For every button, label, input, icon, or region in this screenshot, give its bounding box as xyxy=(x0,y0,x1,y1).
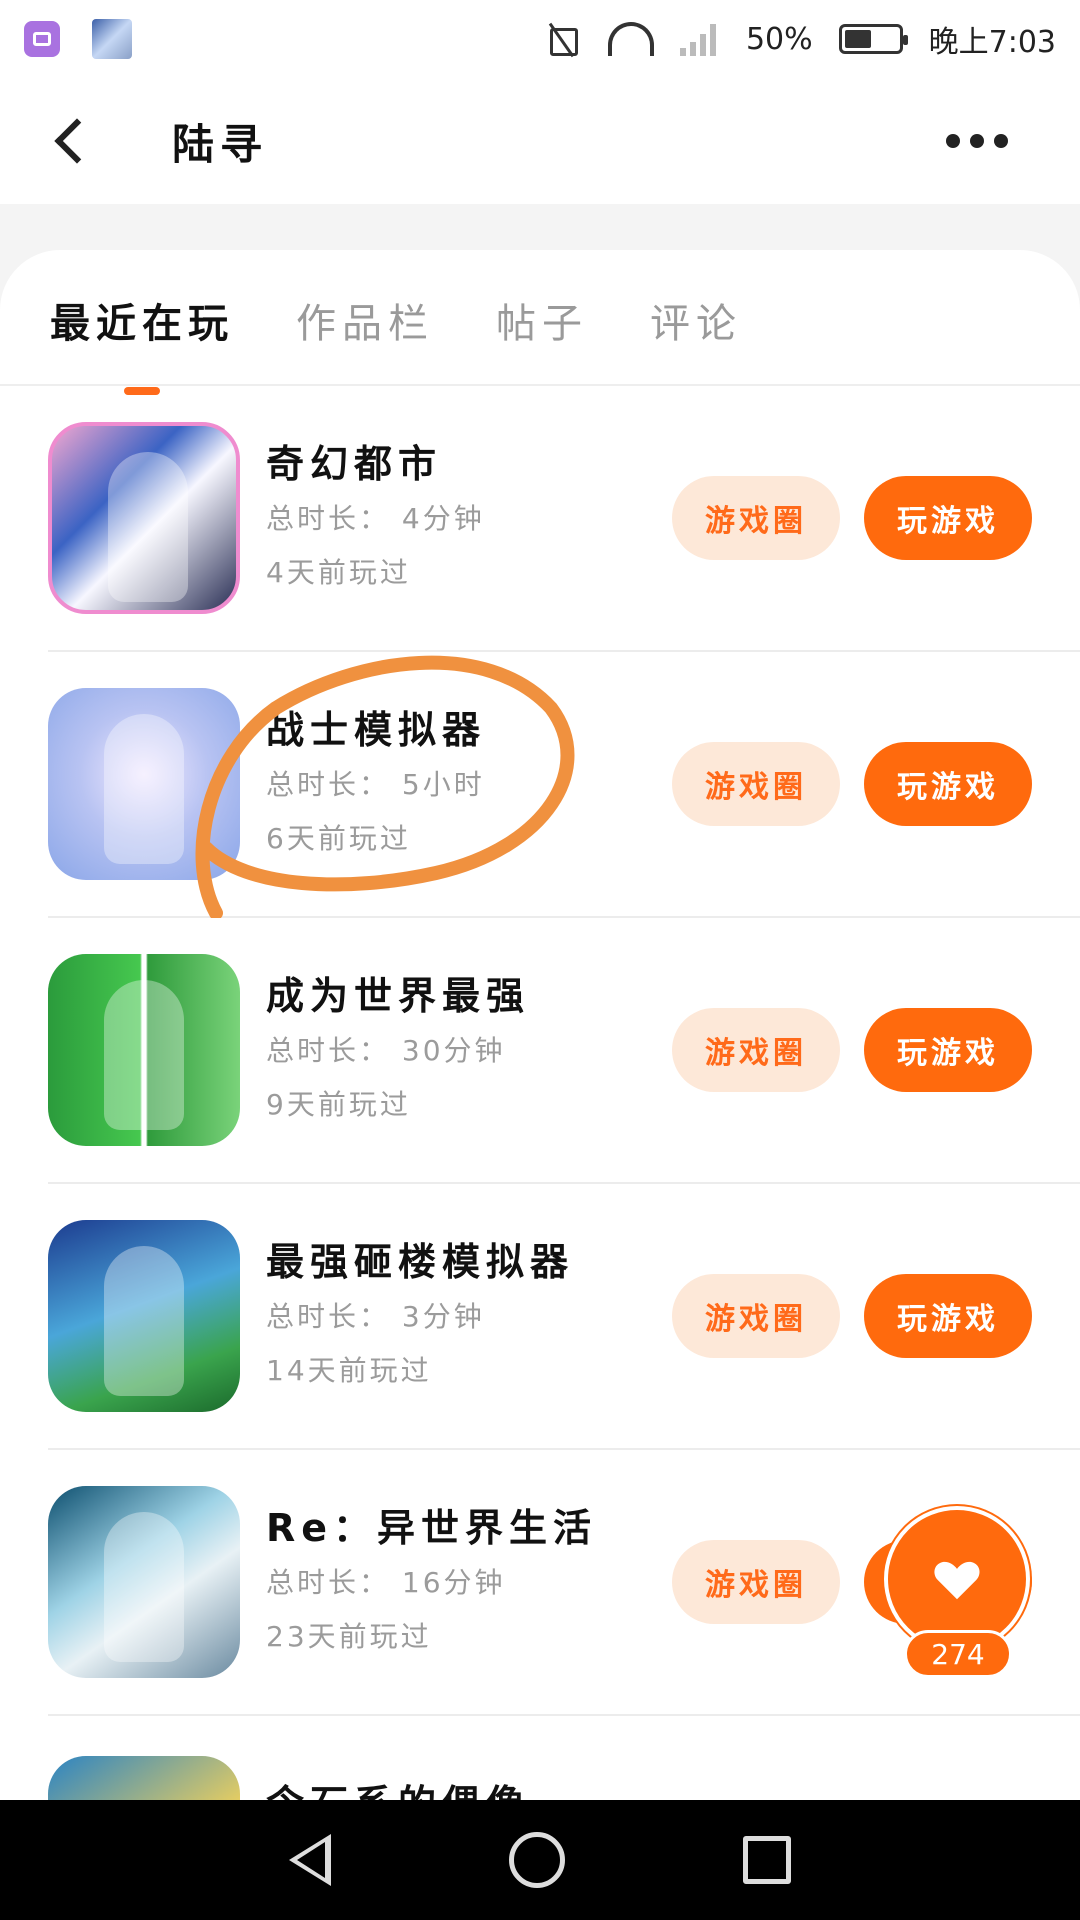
game-row[interactable]: 令石系的偶像 xyxy=(48,1716,1080,1800)
game-icon[interactable] xyxy=(48,1756,240,1800)
game-icon[interactable] xyxy=(48,422,240,614)
tab-posts[interactable]: 帖子 xyxy=(496,285,588,349)
tab-recently-played[interactable]: 最近在玩 xyxy=(50,285,234,395)
play-game-button[interactable]: 玩游戏 xyxy=(864,1274,1032,1358)
more-options-icon[interactable] xyxy=(920,124,1034,158)
heart-icon xyxy=(934,1561,980,1600)
back-arrow-icon[interactable] xyxy=(46,115,98,167)
game-circle-button[interactable]: 游戏圈 xyxy=(672,1008,840,1092)
signal-icon xyxy=(679,22,720,56)
game-duration: 总时长： 5小时 xyxy=(266,768,485,801)
mute-icon xyxy=(542,22,582,56)
game-last-played: 6天前玩过 xyxy=(266,822,411,855)
game-info: 奇幻都市 总时长： 4分钟 4天前玩过 xyxy=(266,436,672,600)
nav-recents-icon[interactable] xyxy=(743,1836,791,1884)
game-row[interactable]: 成为世界最强 总时长： 30分钟 9天前玩过 游戏圈 玩游戏 xyxy=(48,918,1080,1184)
tab-label: 最近在玩 xyxy=(50,301,234,347)
game-info: Re：异世界生活 总时长： 16分钟 23天前玩过 xyxy=(266,1500,672,1664)
image-app-icon xyxy=(24,21,60,57)
game-row[interactable]: 最强砸楼模拟器 总时长： 3分钟 14天前玩过 游戏圈 玩游戏 xyxy=(48,1184,1080,1450)
battery-icon xyxy=(838,24,908,54)
like-count: 274 xyxy=(904,1630,1012,1678)
status-bar: 50% 晚上7:03 xyxy=(0,0,1080,78)
tab-label: 作品栏 xyxy=(296,301,434,347)
game-duration: 总时长： 16分钟 xyxy=(266,1566,506,1599)
game-info: 战士模拟器 总时长： 5小时 6天前玩过 xyxy=(266,702,672,866)
play-game-button[interactable]: 玩游戏 xyxy=(864,1008,1032,1092)
game-name: 成为世界最强 xyxy=(266,974,531,1018)
game-name: Re：异世界生活 xyxy=(266,1506,598,1550)
system-nav-bar xyxy=(0,1800,1080,1920)
game-name: 战士模拟器 xyxy=(266,708,487,752)
game-row[interactable]: 奇幻都市 总时长： 4分钟 4天前玩过 游戏圈 玩游戏 xyxy=(48,386,1080,652)
tab-bar: 最近在玩 作品栏 帖子 评论 xyxy=(0,250,1080,395)
game-icon[interactable] xyxy=(48,688,240,880)
play-game-button[interactable]: 玩游戏 xyxy=(864,476,1032,560)
app-header: 陆寻 xyxy=(0,78,1080,204)
status-left xyxy=(24,19,132,59)
tab-label: 帖子 xyxy=(496,301,588,347)
tab-works[interactable]: 作品栏 xyxy=(296,285,434,349)
nav-back-icon[interactable] xyxy=(289,1834,331,1886)
game-circle-button[interactable]: 游戏圈 xyxy=(672,1540,840,1624)
game-info: 最强砸楼模拟器 总时长： 3分钟 14天前玩过 xyxy=(266,1234,672,1398)
game-circle-button[interactable]: 游戏圈 xyxy=(672,476,840,560)
wifi-icon xyxy=(607,22,654,56)
game-circle-button[interactable]: 游戏圈 xyxy=(672,1274,840,1358)
game-last-played: 23天前玩过 xyxy=(266,1620,432,1653)
clock: 晚上7:03 xyxy=(928,25,1056,60)
status-right: 50% 晚上7:03 xyxy=(542,17,1056,61)
game-last-played: 4天前玩过 xyxy=(266,556,411,589)
game-info: 令石系的偶像 xyxy=(266,1776,1080,1800)
game-icon[interactable] xyxy=(48,954,240,1146)
game-icon[interactable] xyxy=(48,1220,240,1412)
play-game-button[interactable]: 玩游戏 xyxy=(864,742,1032,826)
game-info: 成为世界最强 总时长： 30分钟 9天前玩过 xyxy=(266,968,672,1132)
nav-home-icon[interactable] xyxy=(509,1832,565,1888)
game-icon[interactable] xyxy=(48,1486,240,1678)
game-circle-button[interactable]: 游戏圈 xyxy=(672,742,840,826)
game-name: 奇幻都市 xyxy=(266,442,443,486)
page-title: 陆寻 xyxy=(172,119,269,169)
game-last-played: 9天前玩过 xyxy=(266,1088,411,1121)
game-duration: 总时长： 30分钟 xyxy=(266,1034,506,1067)
game-name: 最强砸楼模拟器 xyxy=(266,1240,575,1284)
battery-percent: 50% xyxy=(745,21,813,57)
game-last-played: 14天前玩过 xyxy=(266,1354,432,1387)
photo-thumbnail-icon xyxy=(92,19,132,59)
tab-comments[interactable]: 评论 xyxy=(650,285,742,349)
game-row[interactable]: 战士模拟器 总时长： 5小时 6天前玩过 游戏圈 玩游戏 xyxy=(48,652,1080,918)
game-duration: 总时长： 4分钟 xyxy=(266,502,485,535)
tab-label: 评论 xyxy=(650,301,742,347)
game-name: 令石系的偶像 xyxy=(266,1776,1080,1800)
game-duration: 总时长： 3分钟 xyxy=(266,1300,485,1333)
